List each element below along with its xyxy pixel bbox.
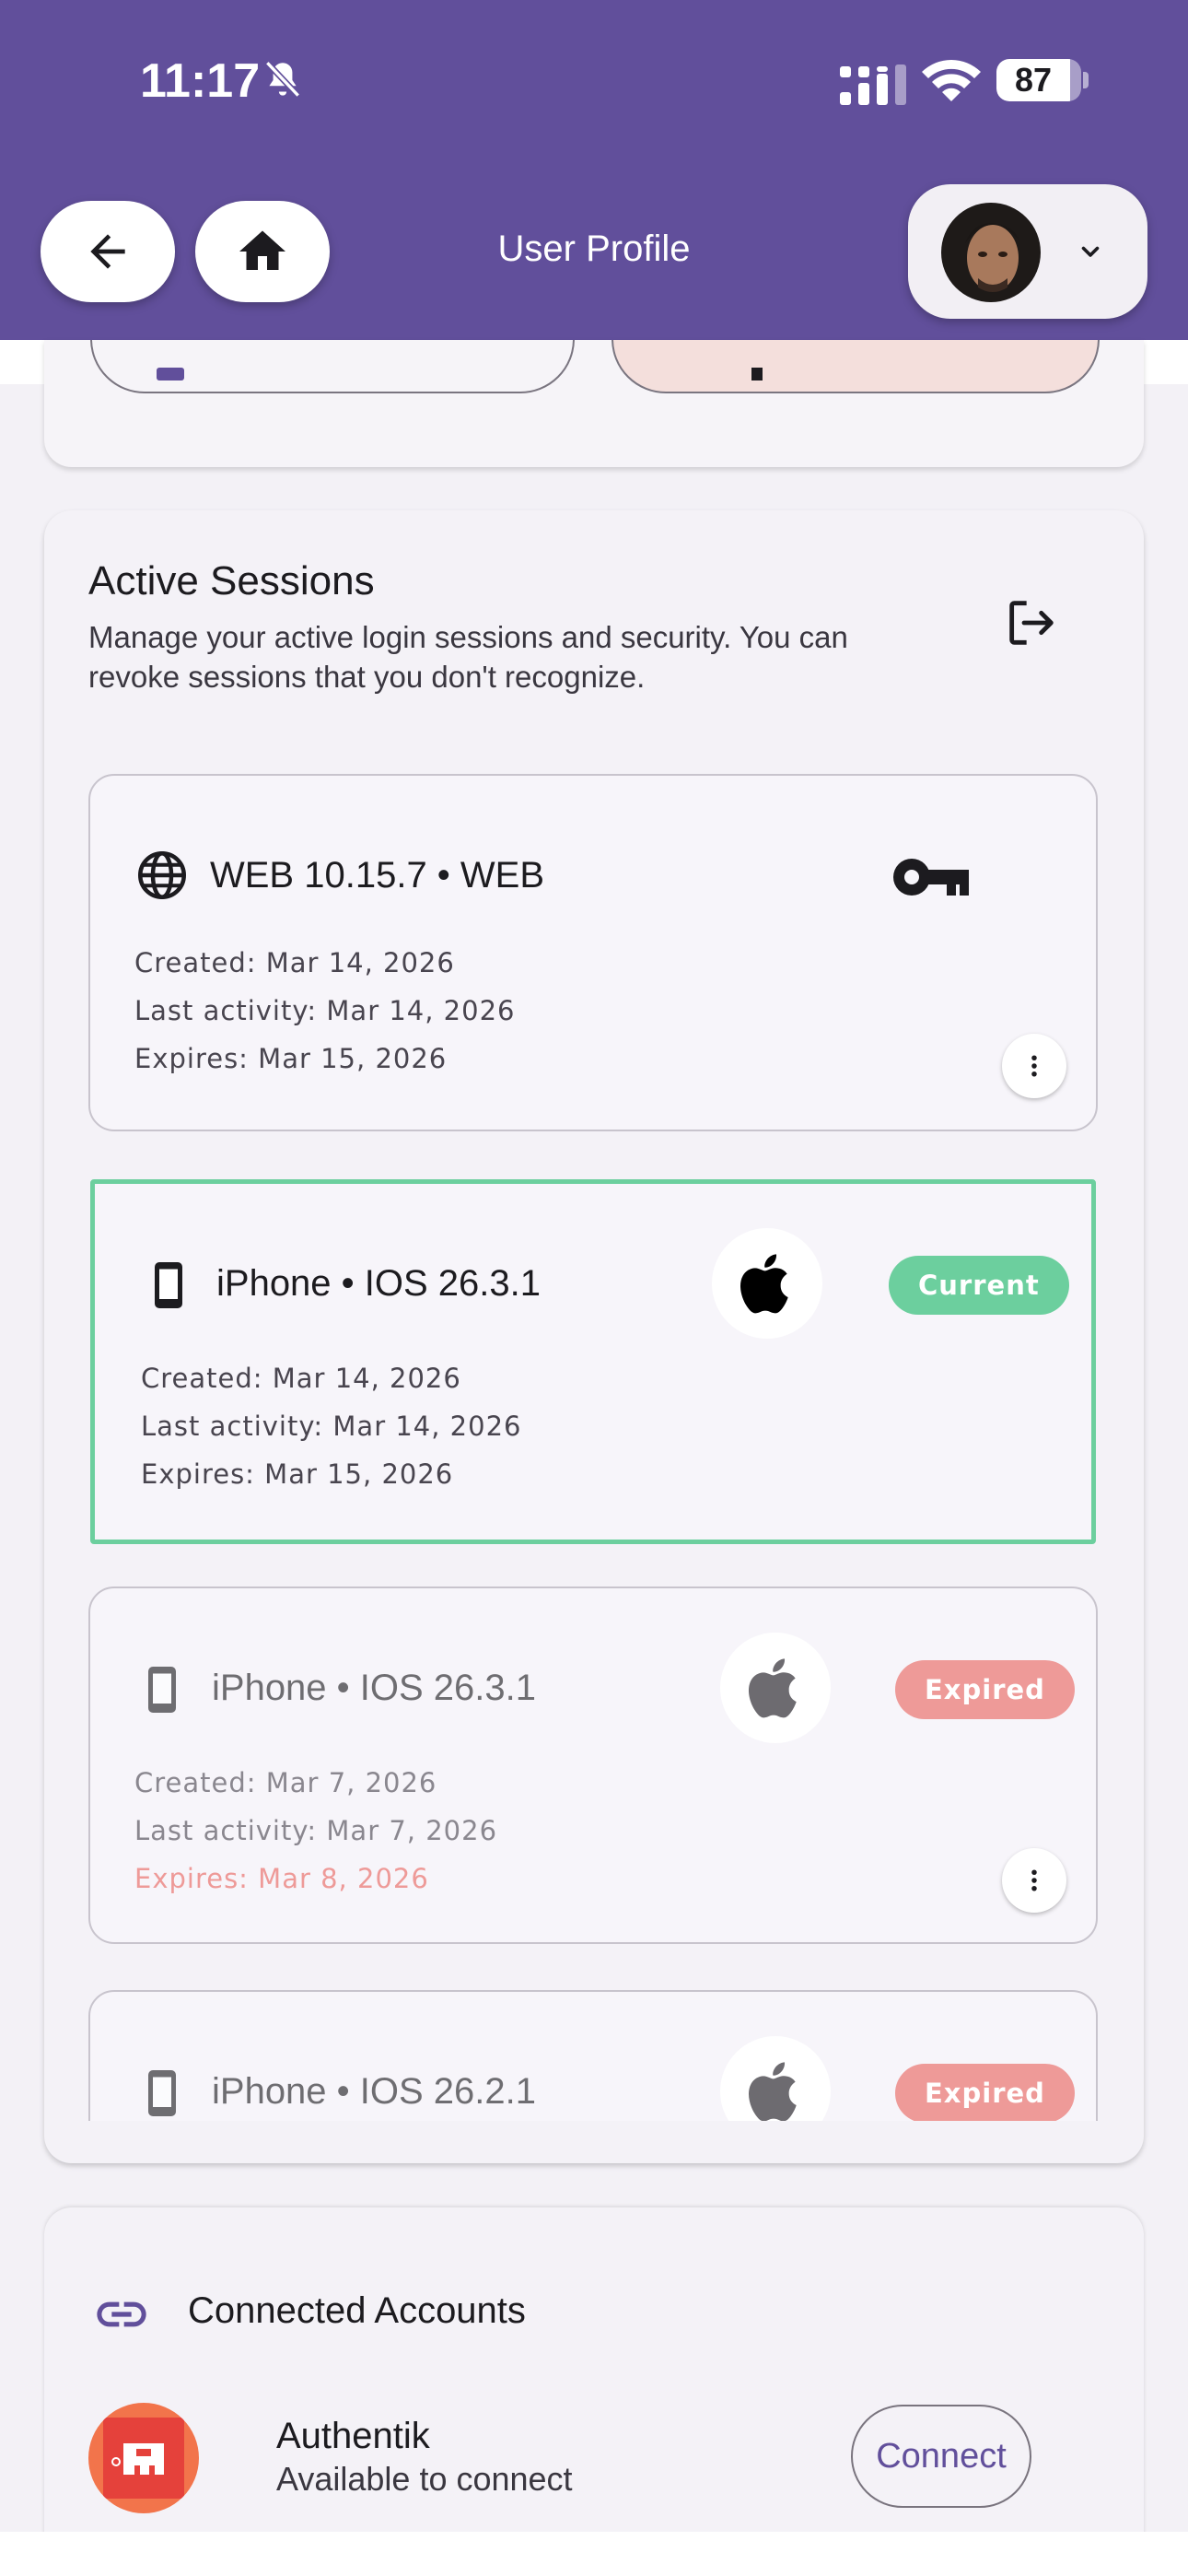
session-item-current: iPhone • IOS 26.3.1 Current Created: Mar…	[90, 1179, 1096, 1544]
session-menu-button[interactable]	[1002, 1034, 1066, 1098]
sessions-list[interactable]: WEB 10.15.7 • WEB Created: Mar 14, 2026 …	[44, 732, 1144, 2121]
smartphone-icon	[155, 1262, 182, 1308]
profile-menu-button[interactable]	[908, 184, 1147, 319]
session-device: iPhone • IOS 26.3.1	[212, 1668, 537, 1708]
session-item: WEB 10.15.7 • WEB Created: Mar 14, 2026 …	[88, 774, 1098, 1131]
apple-icon	[720, 2036, 831, 2121]
apple-icon	[720, 1633, 831, 1743]
sessions-description: Manage your active login sessions and se…	[88, 620, 848, 694]
authentik-logo	[88, 2403, 199, 2513]
chevron-down-icon	[1081, 246, 1100, 257]
more-vert-icon	[1031, 1055, 1037, 1077]
battery-percent: 87	[1014, 61, 1053, 99]
apple-icon	[712, 1228, 822, 1339]
expired-badge: Expired	[895, 1660, 1075, 1719]
active-sessions-card: Active Sessions Manage your active login…	[44, 510, 1144, 2163]
session-expires: Expires: Mar 15, 2026	[141, 1458, 454, 1490]
provider-name: Authentik	[276, 2416, 430, 2456]
bell-muted-icon	[264, 60, 301, 98]
back-button[interactable]	[41, 201, 175, 302]
session-menu-button[interactable]	[1002, 1848, 1066, 1913]
connected-accounts-card: Connected Accounts Authentik Available t…	[44, 2207, 1144, 2576]
expired-badge: Expired	[895, 2064, 1075, 2121]
current-badge: Current	[889, 1256, 1069, 1315]
provider-status: Available to connect	[276, 2460, 573, 2498]
session-last-activity: Last activity: Mar 14, 2026	[134, 995, 516, 1026]
more-vert-icon	[1031, 1869, 1037, 1891]
avatar	[941, 203, 1041, 302]
home-icon	[239, 230, 285, 270]
page-title: User Profile	[497, 228, 691, 269]
session-device: WEB 10.15.7 • WEB	[210, 855, 545, 896]
session-created: Created: Mar 7, 2026	[134, 1767, 437, 1798]
status-time: 11:17	[140, 54, 261, 108]
status-bar: 11:17 87	[0, 37, 1188, 120]
link-icon	[97, 2301, 146, 2327]
session-last-activity: Last activity: Mar 7, 2026	[134, 1815, 498, 1846]
session-expires: Expires: Mar 15, 2026	[134, 1043, 448, 1074]
session-created: Created: Mar 14, 2026	[134, 947, 455, 978]
app-bar: 11:17 87 User Profile	[0, 0, 1188, 340]
session-device: iPhone • IOS 26.2.1	[212, 2071, 537, 2112]
connect-button[interactable]: Connect	[851, 2405, 1031, 2508]
session-item-expired: iPhone • IOS 26.3.1 Expired Created: Mar…	[88, 1587, 1098, 1944]
wifi-icon	[922, 60, 981, 101]
battery-tip	[1083, 72, 1089, 88]
smartphone-icon	[148, 2070, 176, 2116]
bottom-bar	[0, 2532, 1188, 2576]
session-expires: Expires: Mar 8, 2026	[134, 1863, 429, 1894]
key-icon	[893, 859, 969, 896]
danger-action-button[interactable]	[611, 340, 1100, 393]
sessions-title: Active Sessions	[88, 558, 375, 603]
battery-indicator: 87	[996, 59, 1081, 101]
smartphone-icon	[148, 1667, 176, 1713]
home-button[interactable]	[195, 201, 330, 302]
logout-icon[interactable]	[1002, 593, 1061, 652]
profile-action-button[interactable]	[90, 340, 575, 393]
cellular-signal-icon	[840, 64, 906, 105]
session-device: iPhone • IOS 26.3.1	[216, 1263, 542, 1304]
profile-actions-card	[44, 340, 1144, 467]
session-created: Created: Mar 14, 2026	[141, 1363, 461, 1394]
connected-accounts-title: Connected Accounts	[188, 2290, 526, 2331]
session-last-activity: Last activity: Mar 14, 2026	[141, 1411, 522, 1442]
globe-icon	[138, 851, 186, 899]
arrow-left-icon	[90, 234, 125, 269]
session-item-expired: iPhone • IOS 26.2.1 Expired	[88, 1990, 1098, 2121]
